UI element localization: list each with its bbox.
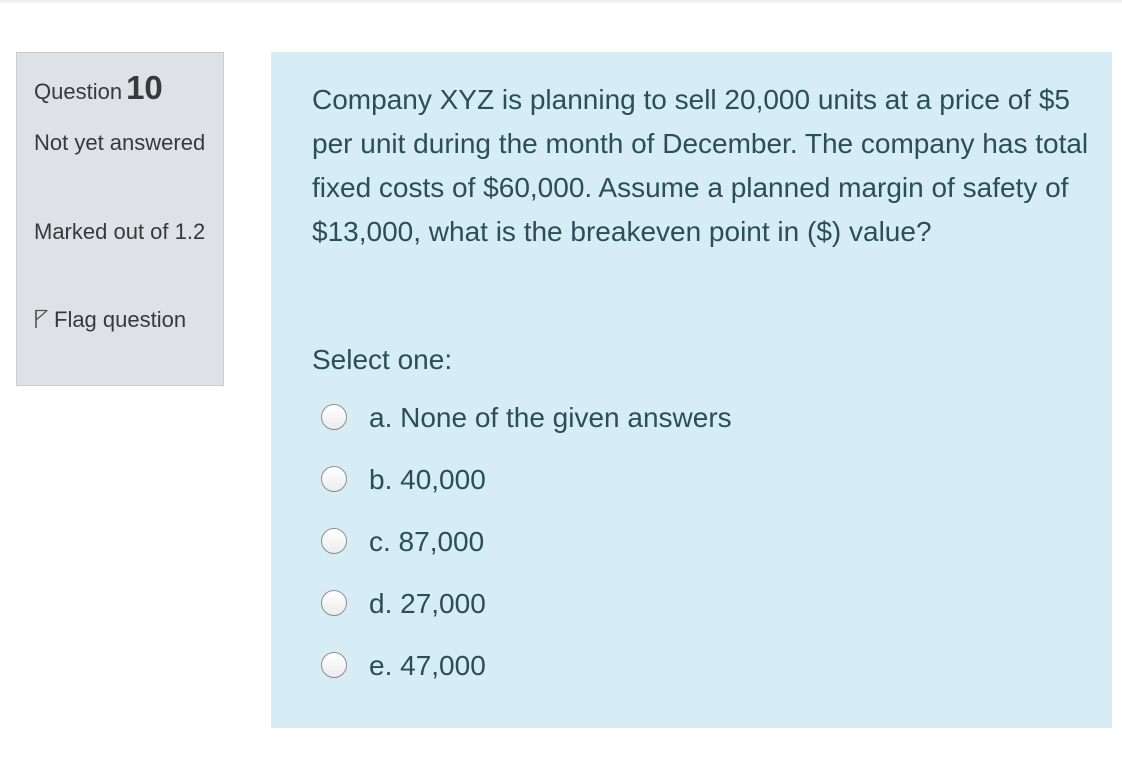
radio-button-d[interactable] xyxy=(321,590,347,616)
question-content: Company XYZ is planning to sell 20,000 u… xyxy=(271,52,1112,728)
question-label: Question xyxy=(34,79,123,104)
answer-option-label: d. 27,000 xyxy=(369,588,486,619)
answer-option-d[interactable]: d. 27,000 xyxy=(321,578,1021,640)
question-number: 10 xyxy=(126,69,163,106)
flag-question-link[interactable]: Flag question xyxy=(34,302,209,340)
answer-option-label: c. 87,000 xyxy=(369,526,485,557)
top-divider xyxy=(0,0,1122,4)
answer-option-b[interactable]: b. 40,000 xyxy=(321,454,1021,516)
radio-button-c[interactable] xyxy=(321,528,347,554)
answer-option-a[interactable]: a. None of the given answers xyxy=(321,392,1021,454)
answer-option-label: e. 47,000 xyxy=(369,650,486,681)
radio-button-b[interactable] xyxy=(321,466,347,492)
question-number-heading: Question 10 xyxy=(34,69,163,107)
question-text: Company XYZ is planning to sell 20,000 u… xyxy=(312,84,1089,247)
radio-button-e[interactable] xyxy=(321,652,347,678)
answer-option-c[interactable]: c. 87,000 xyxy=(321,516,1021,578)
answer-option-e[interactable]: e. 47,000 xyxy=(321,640,1021,702)
flag-question-label: Flag question xyxy=(54,307,187,332)
answer-option-label: b. 40,000 xyxy=(369,464,486,495)
question-state: Not yet answered xyxy=(34,130,206,155)
flag-icon xyxy=(34,304,48,340)
question-grade: Marked out of 1.2 xyxy=(34,219,206,244)
radio-button-a[interactable] xyxy=(321,404,347,430)
answer-options: a. None of the given answers b. 40,000 c… xyxy=(321,392,1021,702)
question-info-panel: Question 10 Not yet answered Marked out o… xyxy=(16,52,224,386)
select-one-prompt: Select one: xyxy=(312,344,453,375)
answer-option-label: a. None of the given answers xyxy=(369,402,732,433)
